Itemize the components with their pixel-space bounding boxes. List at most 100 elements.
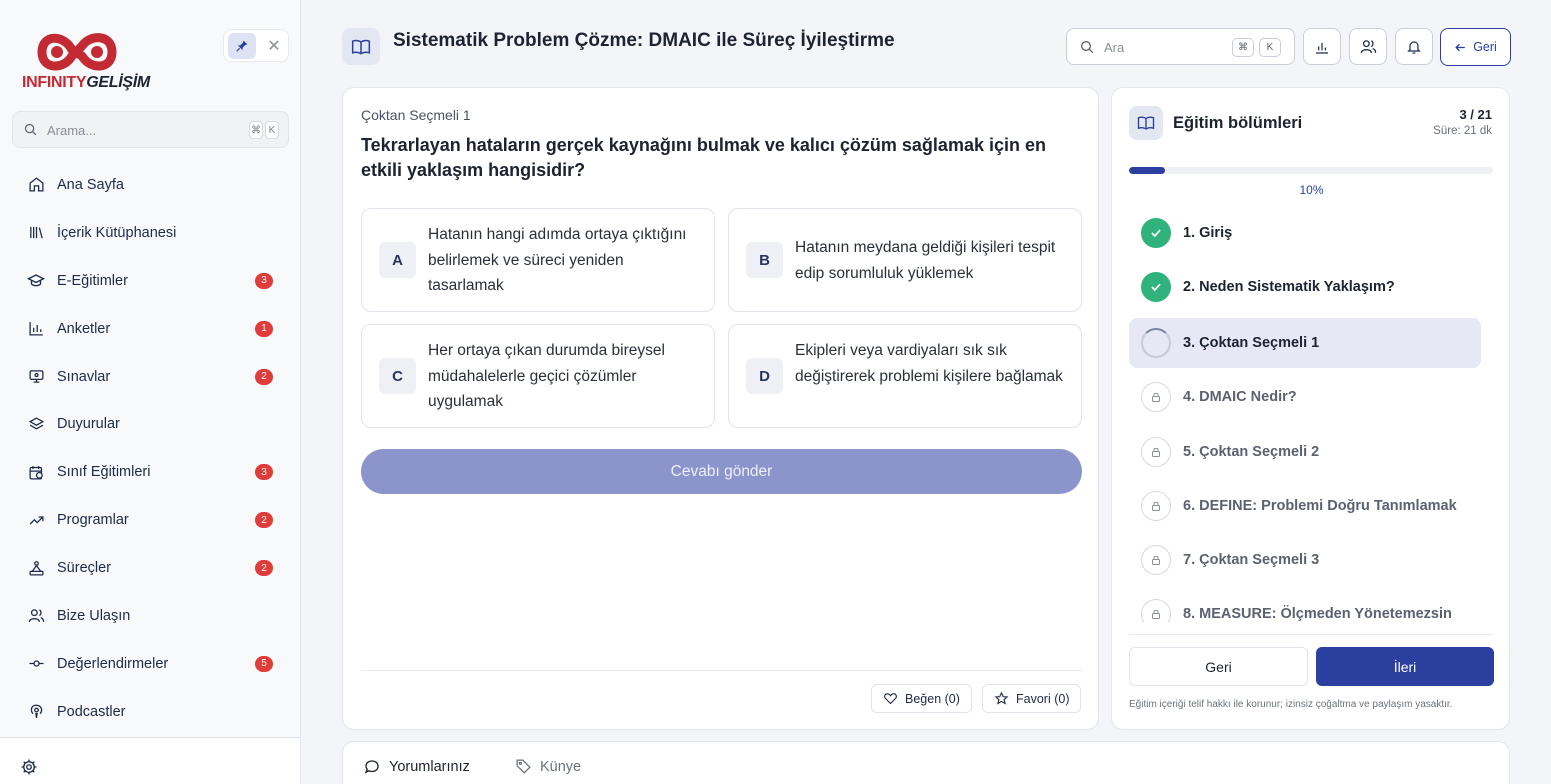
sidebar: INFINITYGELİŞİM ✕ ⌘ K Ana Sayfa İçerik K… [0,0,301,784]
tab-kunye[interactable]: Künye [515,758,581,775]
layers-icon [28,417,44,430]
section-label: 2. Neden Sistematik Yaklaşım? [1183,279,1395,295]
answer-option-d[interactable]: D Ekipleri veya vardiyaları sık sık deği… [728,324,1082,428]
tab-label: Yorumlarınız [389,759,470,775]
lock-icon [1152,609,1160,619]
shortcut-key-k: K [265,121,279,139]
shortcut-key-cmd: ⌘ [249,121,263,139]
sidebar-item-ana-sayfa[interactable]: Ana Sayfa [0,161,300,209]
lock-icon [1152,555,1160,565]
question-type-label: Çoktan Seçmeli 1 [361,107,471,123]
progress-label: 10% [1299,183,1324,197]
sections-title: Eğitim bölümleri [1173,114,1303,132]
lock-icon [1152,392,1160,402]
section-item[interactable]: 2. Neden Sistematik Yaklaşım? [1129,262,1481,312]
sidebar-item-degerlendirmeler[interactable]: Değerlendirmeler 5 [0,640,300,688]
bottom-tabs: Yorumlarınız Künye [342,741,1510,784]
sections-book-badge [1129,106,1163,140]
sidebar-item-icerik-kutuphanesi[interactable]: İçerik Kütüphanesi [0,209,300,257]
section-label: 7. Çoktan Seçmeli 3 [1183,552,1320,568]
shortcut-key-k: K [1259,38,1281,57]
trending-up-icon [29,515,44,525]
section-item-locked[interactable]: 6. DEFINE: Problemi Doğru Tanımlamak [1129,481,1481,531]
copyright-notice: Eğitim içeriği telif hakkı ile korunur; … [1129,699,1453,710]
sidebar-item-podcastler[interactable]: Podcastler [0,688,300,736]
bar-chart-icon [1316,42,1328,54]
close-icon: ✕ [267,38,281,55]
answer-option-c[interactable]: C Her ortaya çıkan durumda bireysel müda… [361,324,715,428]
close-button[interactable]: ✕ [262,33,286,59]
answer-option-b[interactable]: B Hatanın meydana geldiği kişileri tespi… [728,208,1082,312]
gear-icon[interactable] [20,758,38,776]
section-label: 8. MEASURE: Ölçmeden Yönetemezsin [1183,606,1452,622]
section-item-locked[interactable]: 5. Çoktan Seçmeli 2 [1129,427,1481,477]
header-search-input[interactable] [1104,38,1224,56]
arrow-left-icon [1455,43,1466,51]
pin-button[interactable] [228,33,256,59]
sections-counter: 3 / 21 [1459,107,1492,122]
tab-comments[interactable]: Yorumlarınız [363,758,470,776]
like-label: Beğen (0) [905,691,960,706]
sidebar-item-label: Podcastler [57,703,126,720]
section-item[interactable]: 1. Giriş [1129,208,1481,258]
pin-icon [236,40,248,52]
sidebar-search: ⌘ K [12,111,289,148]
submit-answer-button[interactable]: Cevabı gönder [361,449,1082,494]
page-title: Sistematik Problem Çözme: DMAIC ile Süre… [393,30,895,51]
option-text: Hatanın hangi adımda ortaya çıktığını be… [428,226,687,295]
stats-button[interactable] [1303,28,1341,65]
section-label: 3. Çoktan Seçmeli 1 [1183,335,1320,351]
divider [1129,634,1493,635]
count-badge: 3 [255,272,273,289]
header-search: ⌘ K [1066,28,1295,65]
sidebar-search-input[interactable] [47,120,247,140]
section-label: 4. DMAIC Nedir? [1183,389,1297,405]
answer-option-a[interactable]: A Hatanın hangi adımda ortaya çıktığını … [361,208,715,312]
count-badge: 5 [255,655,273,672]
heart-icon [884,693,897,705]
question-text: Tekrarlayan hataların gerçek kaynağını b… [361,135,1046,180]
sidebar-item-anketler[interactable]: Anketler 1 [0,305,300,353]
calendar-clock-icon [28,465,43,480]
sidebar-item-surecler[interactable]: Süreçler 2 [0,544,300,592]
graduation-cap-icon [27,273,45,287]
course-sections-panel: Eğitim bölümleri 3 / 21 Süre: 21 dk 10% … [1111,87,1510,730]
sidebar-item-bize-ulasin[interactable]: Bize Ulaşın [0,592,300,640]
sidebar-item-label: İçerik Kütüphanesi [57,224,177,241]
sidebar-item-label: Ana Sayfa [57,176,124,193]
favorite-button[interactable]: Favori (0) [982,684,1082,713]
sidebar-item-duyurular[interactable]: Duyurular [0,400,300,448]
section-item-locked[interactable]: 7. Çoktan Seçmeli 3 [1129,535,1481,585]
status-locked [1141,545,1171,575]
status-locked [1141,491,1171,521]
commit-icon [28,660,44,667]
sidebar-item-label: Sınavlar [57,368,111,385]
notifications-button[interactable] [1395,28,1433,65]
sidebar-item-programlar[interactable]: Programlar 2 [0,496,300,544]
shortcut-key-cmd: ⌘ [1232,38,1254,57]
option-text: Hatanın meydana geldiği kişileri tespit … [795,239,1056,282]
previous-section-button[interactable]: Geri [1129,647,1308,686]
sections-duration: Süre: 21 dk [1433,125,1492,137]
users-icon [1360,40,1376,54]
question-card: Çoktan Seçmeli 1 Tekrarlayan hataların g… [342,87,1099,730]
podcast-icon [30,704,42,719]
sidebar-item-e-egitimler[interactable]: E-Eğitimler 3 [0,257,300,305]
section-label: 6. DEFINE: Problemi Doğru Tanımlamak [1183,498,1457,514]
section-item-locked[interactable]: 4. DMAIC Nedir? [1129,372,1481,422]
header-back-button[interactable]: Geri [1440,28,1511,66]
section-item-locked[interactable]: 8. MEASURE: Ölçmeden Yönetemezsin [1129,589,1481,622]
divider [361,670,1082,671]
sidebar-item-sinavlar[interactable]: Sınavlar 2 [0,353,300,401]
book-open-icon [351,39,371,55]
like-button[interactable]: Beğen (0) [871,684,972,713]
next-section-button[interactable]: İleri [1316,647,1494,686]
sidebar-nav: Ana Sayfa İçerik Kütüphanesi E-Eğitimler… [0,161,300,736]
participants-button[interactable] [1349,28,1387,65]
section-item-current[interactable]: 3. Çoktan Seçmeli 1 [1129,318,1481,368]
star-icon [994,691,1009,705]
brand-name: INFINITYGELİŞİM [22,74,150,92]
sidebar-item-sinif-egitimleri[interactable]: Sınıf Eğitimleri 3 [0,448,300,496]
brand-name-part1: INFINITY [22,74,87,91]
search-icon [1081,41,1093,53]
